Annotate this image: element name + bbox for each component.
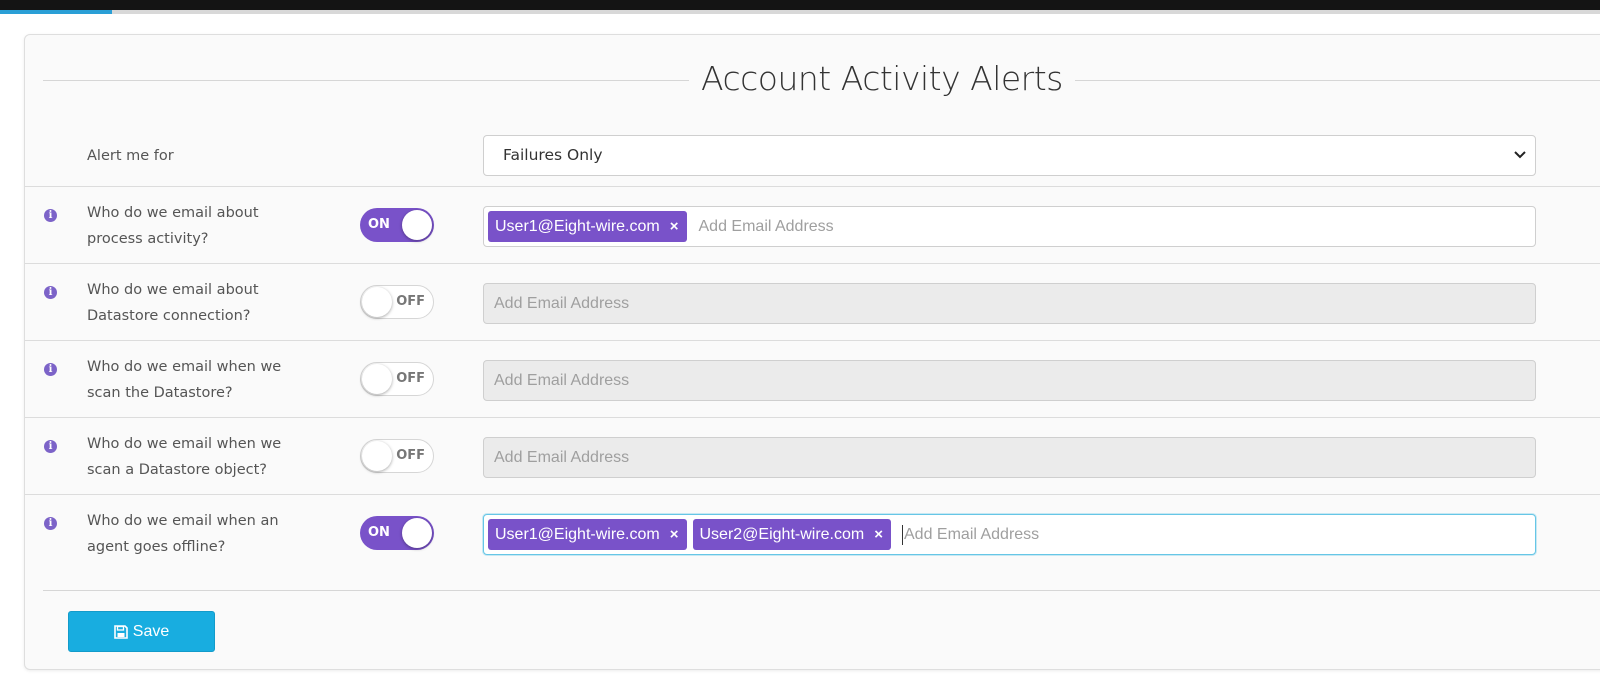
toggle-switch[interactable]: ON <box>360 516 434 550</box>
email-input-box[interactable]: User1@Eight-wire.com × User2@Eight-wire.… <box>483 514 1536 555</box>
alert-row-scan-datastore: i Who do we email when we scan the Datas… <box>25 340 1600 417</box>
email-input-placeholder: Add Email Address <box>494 448 630 466</box>
toggle-knob <box>402 210 432 240</box>
alert-row-scan-datastore-object: i Who do we email when we scan a Datasto… <box>25 417 1600 494</box>
email-input-placeholder: Add Email Address <box>494 371 630 389</box>
row-label: Who do we email about process activity? <box>87 205 259 247</box>
page-title: Account Activity Alerts <box>689 59 1075 98</box>
email-input-box: Add Email Address <box>483 283 1536 324</box>
alert-for-selected-value: Failures Only <box>503 146 603 164</box>
alert-row-process-activity: i Who do we email about process activity… <box>25 186 1600 263</box>
top-bar <box>0 0 1600 14</box>
toggle-knob <box>362 441 392 471</box>
toggle-knob <box>362 287 392 317</box>
email-tag: User1@Eight-wire.com × <box>488 211 687 242</box>
floppy-disk-icon <box>113 624 128 639</box>
save-button[interactable]: Save <box>68 611 215 652</box>
alert-for-label: Alert me for <box>87 148 174 164</box>
toggle-state: OFF <box>396 371 425 386</box>
row-label: Who do we email when we scan a Datastore… <box>87 436 282 478</box>
email-input-box: Add Email Address <box>483 437 1536 478</box>
email-input-box: Add Email Address <box>483 360 1536 401</box>
email-input-placeholder: Add Email Address <box>494 294 630 312</box>
info-icon[interactable]: i <box>44 517 57 530</box>
toggle-switch[interactable]: OFF <box>360 285 434 319</box>
info-icon[interactable]: i <box>44 440 57 453</box>
loading-progress <box>0 10 112 14</box>
alert-for-row: Alert me for Failures Only <box>25 124 1600 186</box>
loading-track <box>0 10 1600 14</box>
alerts-panel: Account Activity Alerts Alert me for Fai… <box>24 34 1600 670</box>
row-label: Who do we email when we scan the Datasto… <box>87 359 282 401</box>
footer-divider <box>43 590 1600 591</box>
toggle-switch[interactable]: ON <box>360 208 434 242</box>
toggle-state: ON <box>368 525 390 540</box>
remove-tag-icon[interactable]: × <box>874 526 883 543</box>
info-icon[interactable]: i <box>44 209 57 222</box>
email-tag: User2@Eight-wire.com × <box>692 519 891 550</box>
toggle-switch[interactable]: OFF <box>360 439 434 473</box>
toggle-switch[interactable]: OFF <box>360 362 434 396</box>
text-cursor <box>902 524 903 545</box>
row-label: Who do we email when an agent goes offli… <box>87 513 279 555</box>
save-label: Save <box>132 622 170 640</box>
alert-for-select[interactable]: Failures Only <box>483 135 1536 176</box>
row-label: Who do we email about Datastore connecti… <box>87 282 259 324</box>
email-tag: User1@Eight-wire.com × <box>488 519 687 550</box>
toggle-knob <box>362 364 392 394</box>
info-icon[interactable]: i <box>44 286 57 299</box>
email-input-box[interactable]: User1@Eight-wire.com × Add Email Address <box>483 206 1536 247</box>
remove-tag-icon[interactable]: × <box>670 218 679 235</box>
toggle-knob <box>402 518 432 548</box>
remove-tag-icon[interactable]: × <box>670 526 679 543</box>
toggle-state: OFF <box>396 294 425 309</box>
chevron-down-icon <box>1514 151 1526 159</box>
toggle-state: ON <box>368 217 390 232</box>
alert-row-datastore-connection: i Who do we email about Datastore connec… <box>25 263 1600 340</box>
alert-row-agent-offline: i Who do we email when an agent goes off… <box>25 494 1600 590</box>
email-input-placeholder[interactable]: Add Email Address <box>904 526 1039 544</box>
email-input-placeholder[interactable]: Add Email Address <box>699 218 834 236</box>
toggle-state: OFF <box>396 448 425 463</box>
info-icon[interactable]: i <box>44 363 57 376</box>
